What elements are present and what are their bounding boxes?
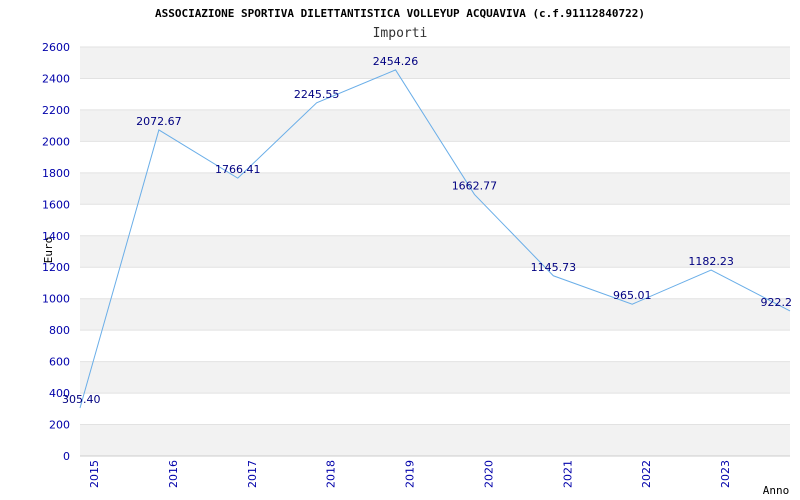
- y-tick-label: 200: [49, 419, 70, 432]
- x-tick-label: 2021: [561, 460, 574, 488]
- chart-title: ASSOCIAZIONE SPORTIVA DILETTANTISTICA VO…: [155, 7, 645, 20]
- x-tick-label: 2015: [88, 460, 101, 488]
- y-tick-label: 1000: [42, 293, 70, 306]
- x-tick-label: 2016: [167, 460, 180, 488]
- x-tick-label: 2023: [719, 460, 732, 488]
- y-tick-label: 2400: [42, 72, 70, 85]
- y-axis-label: Euro: [42, 237, 55, 264]
- y-tick-label: 0: [63, 450, 70, 463]
- line-chart: ASSOCIAZIONE SPORTIVA DILETTANTISTICA VO…: [42, 7, 800, 497]
- grid-band: [80, 235, 790, 268]
- chart-subtitle: Importi: [373, 26, 428, 41]
- y-tick-label: 1800: [42, 167, 70, 180]
- y-tick-label: 2000: [42, 135, 70, 148]
- data-labels: 305.40 2072.67 1766.41 2245.55 2454.26 1662.7…: [62, 55, 792, 406]
- data-label: 2245.55: [294, 88, 340, 101]
- grid-band: [80, 298, 790, 331]
- x-tick-label: 2019: [404, 460, 417, 488]
- data-label: 965.01: [613, 289, 652, 302]
- data-label: 1182.23: [688, 255, 734, 268]
- x-axis-ticks: 2015 2016 2017 2018 2019 2020 2021 2022 2023 2024: [88, 460, 800, 488]
- x-tick-label: 2017: [246, 460, 259, 488]
- x-axis-label: Anno: [763, 484, 790, 497]
- data-label: 1145.73: [531, 261, 577, 274]
- grid-band: [80, 361, 790, 394]
- data-label: 1662.77: [452, 179, 498, 192]
- y-tick-label: 600: [49, 356, 70, 369]
- data-label: 922.2: [761, 296, 793, 309]
- y-tick-label: 800: [49, 324, 70, 337]
- x-tick-label: 2018: [325, 460, 338, 488]
- grid-band: [80, 47, 790, 79]
- data-label: 1766.41: [215, 163, 261, 176]
- grid-band: [80, 172, 790, 205]
- grid-bands: [80, 47, 790, 456]
- y-tick-label: 2200: [42, 104, 70, 117]
- data-label: 2072.67: [136, 115, 182, 128]
- y-tick-label: 2600: [42, 41, 70, 54]
- y-tick-label: 1600: [42, 198, 70, 211]
- data-label: 2454.26: [373, 55, 419, 68]
- grid-band: [80, 109, 790, 142]
- x-tick-label: 2020: [482, 460, 495, 488]
- x-tick-label: 2022: [640, 460, 653, 488]
- data-label: 305.40: [62, 393, 101, 406]
- grid-band: [80, 424, 790, 456]
